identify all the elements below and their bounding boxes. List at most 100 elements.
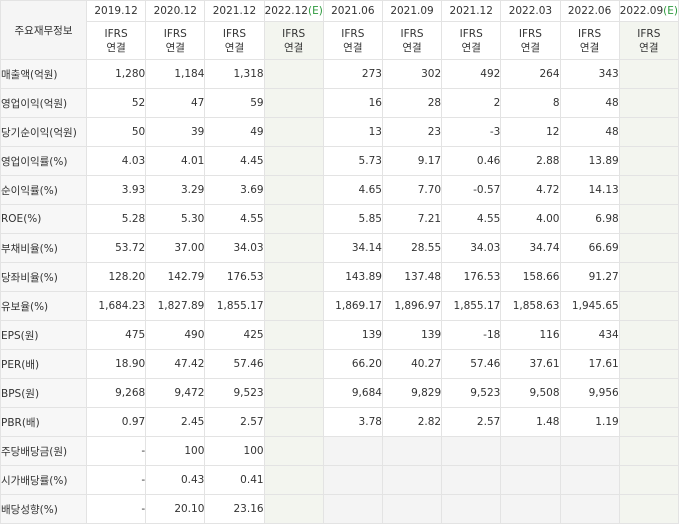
- value-cell: 1.48: [500, 407, 561, 437]
- basis-standard: IFRS: [222, 27, 247, 40]
- basis-scope: 연결: [461, 41, 481, 54]
- value-cell: [618, 291, 679, 321]
- basis-standard: IFRS: [518, 27, 542, 40]
- period-header-estimate: 2022.12(E): [263, 0, 324, 22]
- value-cell: 1.19: [559, 407, 620, 437]
- row-label: 시가배당률(%): [0, 465, 87, 495]
- value-cell: 139: [381, 320, 443, 350]
- value-cell: 1,280: [85, 59, 147, 89]
- value-cell: 53.72: [85, 233, 147, 263]
- value-cell: 9,508: [500, 378, 561, 408]
- value-cell: [618, 320, 679, 350]
- value-cell: [263, 59, 324, 89]
- table-row: BPS(원) 9,268 9,472 9,523 9,684 9,829 9,523 9,50…: [0, 378, 679, 408]
- value-cell: 28.55: [381, 233, 443, 263]
- basis-scope: 연결: [402, 41, 422, 54]
- value-cell: [559, 436, 620, 466]
- value-cell: -: [85, 436, 147, 466]
- financial-summary-table: 주요재무정보 2019.12 2020.12 2021.12 2022.12(E…: [0, 0, 679, 524]
- value-cell: 2.57: [204, 407, 265, 437]
- value-cell: 49: [204, 117, 265, 147]
- value-cell: 34.03: [204, 233, 265, 263]
- value-cell: [618, 378, 679, 408]
- basis-scope: 연결: [520, 41, 541, 54]
- period-header-row: 주요재무정보 2019.12 2020.12 2021.12 2022.12(E…: [0, 0, 679, 60]
- period-header: 2021.06: [322, 0, 383, 22]
- basis-scope: 연결: [579, 41, 600, 54]
- value-cell: [263, 262, 324, 292]
- basis-scope: 연결: [224, 41, 245, 54]
- value-cell: 9,684: [322, 378, 383, 408]
- value-cell: [381, 494, 443, 524]
- value-cell: 4.65: [322, 175, 383, 205]
- value-cell: 9.17: [381, 146, 443, 176]
- estimate-mark: (E): [663, 5, 678, 17]
- value-cell: [322, 465, 383, 495]
- value-cell: 48: [559, 117, 620, 147]
- value-cell: 100: [204, 436, 265, 466]
- row-label: BPS(원): [0, 378, 87, 408]
- value-cell: 9,268: [85, 378, 147, 408]
- value-cell: -: [85, 494, 147, 524]
- value-cell: 8: [500, 88, 561, 118]
- basis-standard: IFRS: [578, 27, 602, 40]
- value-cell: 9,523: [204, 378, 265, 408]
- table-row: 순이익률(%) 3.93 3.29 3.69 4.65 7.70 -0.57 4.72 14.1…: [0, 175, 679, 205]
- value-cell: 4.55: [441, 204, 502, 234]
- value-cell: 6.98: [559, 204, 620, 234]
- row-label: 주당배당금(원): [0, 436, 87, 466]
- accounting-basis-cell: IFRS 연결: [322, 21, 383, 60]
- value-cell: [618, 204, 679, 234]
- value-cell: [618, 88, 679, 118]
- value-cell: 1,855.17: [441, 291, 502, 321]
- value-cell: 47.42: [145, 349, 206, 379]
- value-cell: 2.57: [441, 407, 502, 437]
- accounting-basis-cell: IFRS 연결: [500, 21, 561, 60]
- value-cell: 176.53: [204, 262, 265, 292]
- value-cell: 18.90: [85, 349, 147, 379]
- row-label: 당좌비율(%): [0, 262, 87, 292]
- value-cell: 9,829: [381, 378, 443, 408]
- value-cell: [263, 146, 324, 176]
- value-cell: [618, 349, 679, 379]
- value-cell: 1,827.89: [145, 291, 206, 321]
- value-cell: 139: [322, 320, 383, 350]
- value-cell: 13: [322, 117, 383, 147]
- value-cell: 23.16: [204, 494, 265, 524]
- value-cell: 9,472: [145, 378, 206, 408]
- value-cell: [263, 88, 324, 118]
- accounting-basis-cell: IFRS 연결: [618, 21, 679, 60]
- value-cell: [263, 320, 324, 350]
- row-label: 당기순이익(억원): [0, 117, 87, 147]
- table-row: PER(배) 18.90 47.42 57.46 66.20 40.27 57.46 37.6…: [0, 349, 679, 379]
- value-cell: 28: [381, 88, 443, 118]
- value-cell: 5.73: [322, 146, 383, 176]
- value-cell: 52: [85, 88, 147, 118]
- value-cell: 4.45: [204, 146, 265, 176]
- value-cell: 425: [204, 320, 265, 350]
- table-row: EPS(원) 475 490 425 139 139 -18 116 434: [0, 320, 679, 350]
- row-label: EPS(원): [0, 320, 87, 350]
- value-cell: 4.55: [204, 204, 265, 234]
- value-cell: 3.29: [145, 175, 206, 205]
- value-cell: 37.00: [145, 233, 206, 263]
- accounting-basis-cell: IFRS 연결: [441, 21, 502, 60]
- value-cell: [618, 407, 679, 437]
- row-label: 영업이익(억원): [0, 88, 87, 118]
- value-cell: [500, 465, 561, 495]
- value-cell: 142.79: [145, 262, 206, 292]
- row-label: PBR(배): [0, 407, 87, 437]
- value-cell: 128.20: [85, 262, 147, 292]
- value-cell: [500, 436, 561, 466]
- value-cell: 7.21: [381, 204, 443, 234]
- value-cell: 264: [500, 59, 561, 89]
- value-cell: 3.78: [322, 407, 383, 437]
- value-cell: [559, 494, 620, 524]
- value-cell: [618, 117, 679, 147]
- value-cell: [618, 146, 679, 176]
- value-cell: [263, 436, 324, 466]
- value-cell: 14.13: [559, 175, 620, 205]
- row-label: 유보율(%): [0, 291, 87, 321]
- table-row: 당기순이익(억원) 50 39 49 13 23 -3 12 48: [0, 117, 679, 147]
- value-cell: 1,684.23: [85, 291, 147, 321]
